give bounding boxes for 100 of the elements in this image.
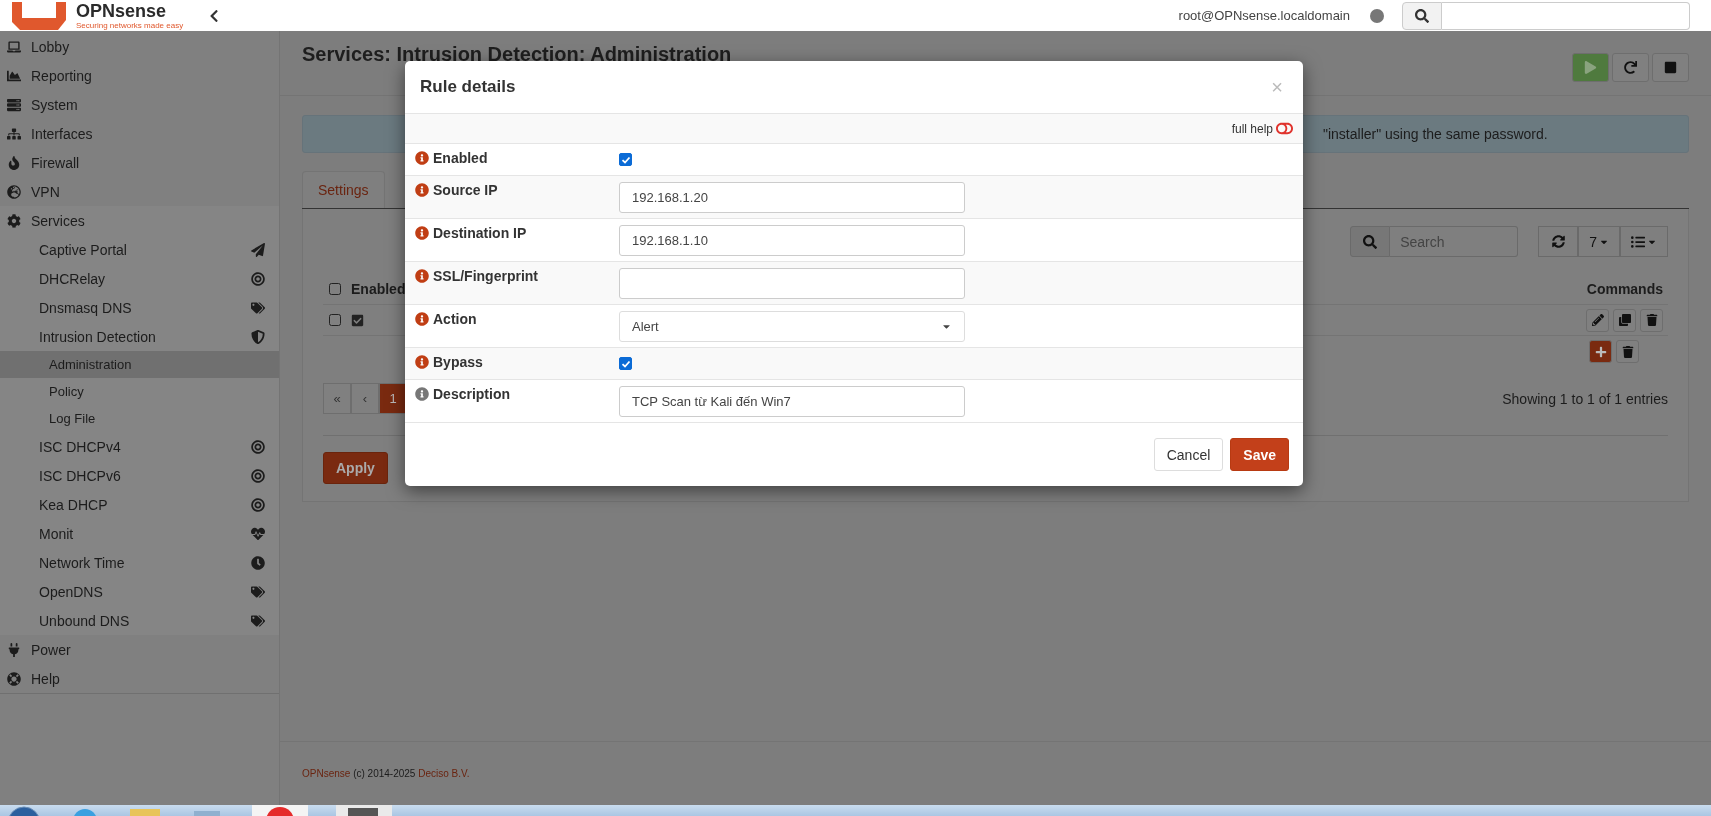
page-title: Services: Intrusion Detection: Administration (302, 43, 732, 65)
field-label-text: SSL/Fingerprint (433, 268, 538, 284)
tags-icon (251, 584, 265, 599)
pencil-icon (1591, 314, 1604, 326)
shield-icon (251, 329, 265, 344)
sidebar-subitem[interactable]: DHCRelay (0, 264, 279, 293)
chart-icon (7, 68, 21, 83)
page-button[interactable]: « (323, 383, 351, 414)
trash-icon (1621, 345, 1634, 358)
full-help-toggle[interactable] (1276, 120, 1293, 137)
server-icon (7, 97, 21, 112)
laptop-icon (7, 39, 21, 54)
target-icon (251, 468, 265, 483)
sidebar-subitem[interactable]: Captive Portal (0, 235, 279, 264)
restart-icon (1624, 61, 1637, 74)
gear-icon (7, 213, 21, 228)
footer-text: OPNsense (c) 2014-2025 Deciso B.V. (302, 768, 470, 779)
copy-button[interactable] (1613, 308, 1636, 332)
copy-icon (1618, 314, 1631, 326)
search-icon (1363, 234, 1378, 249)
apply-button[interactable]: Apply (323, 452, 388, 484)
delete-button[interactable] (1616, 340, 1639, 363)
start-icon[interactable] (6, 805, 42, 816)
page-button[interactable]: 1 (379, 383, 407, 414)
sidebar-item[interactable]: System (0, 90, 279, 119)
delete-button[interactable] (1640, 308, 1663, 332)
sidebar-subitem[interactable]: Dnsmasq DNS (0, 293, 279, 322)
sidebar-item[interactable]: VPN (0, 177, 279, 206)
add-button[interactable] (1589, 340, 1612, 363)
page-size-dropdown[interactable]: 7 (1578, 226, 1620, 257)
banner-text: "installer" using the same password. (1323, 126, 1548, 142)
sidebar-item[interactable]: Interfaces (0, 119, 279, 148)
company-link[interactable]: Deciso B.V. (418, 768, 470, 779)
sidebar-subitem[interactable]: ISC DHCPv4 (0, 432, 279, 461)
columns-dropdown[interactable] (1620, 226, 1668, 257)
input-field[interactable]: 192.168.1.10 (619, 225, 965, 256)
target-icon (251, 271, 265, 286)
lifebuoy-icon (7, 671, 21, 686)
field-label-text: Description (433, 386, 510, 402)
checkbox[interactable] (329, 314, 341, 326)
target-icon (251, 497, 265, 512)
sidebar-subitem[interactable]: Monit (0, 519, 279, 548)
checkbox[interactable] (619, 153, 632, 166)
sidebar-subitem[interactable]: ISC DHCPv6 (0, 461, 279, 490)
sidebar-subitem[interactable]: Policy (0, 378, 279, 405)
column-header: Commands (1586, 281, 1663, 297)
sidebar-item[interactable]: Power (0, 635, 279, 664)
refresh-button[interactable] (1538, 226, 1579, 257)
sidebar-subitem[interactable]: Administration (0, 351, 279, 378)
edit-button[interactable] (1586, 308, 1609, 332)
restart-button[interactable] (1612, 53, 1649, 82)
select-field[interactable]: Alert (619, 311, 965, 342)
sidebar-item[interactable]: Lobby (0, 32, 279, 61)
list-icon (1631, 234, 1645, 249)
status-dot-icon (1370, 8, 1384, 23)
sidebar-item[interactable]: Services (0, 206, 279, 235)
save-button[interactable]: Save (1230, 438, 1289, 471)
cancel-button[interactable]: Cancel (1153, 438, 1224, 471)
play-icon (1584, 61, 1597, 74)
input-field[interactable]: TCP Scan từ Kali đến Win7 (619, 386, 965, 417)
brand-name: OPNsense (76, 1, 168, 20)
app-icon[interactable] (252, 805, 308, 816)
field-label-text: Action (433, 311, 477, 327)
column-header: Enabled (351, 281, 406, 297)
sidebar-subitem[interactable]: Unbound DNS (0, 606, 279, 635)
stop-button[interactable] (1652, 53, 1689, 82)
user-name[interactable]: root@OPNsense.localdomain (1178, 8, 1350, 23)
full-help-label: full help (1231, 121, 1273, 136)
clock-icon (251, 555, 265, 570)
trash-icon (1645, 314, 1658, 326)
checkbox[interactable] (329, 283, 341, 295)
input-field[interactable]: 192.168.1.20 (619, 182, 965, 213)
field-label-text: Destination IP (433, 225, 527, 241)
page-button[interactable]: ‹ (351, 383, 379, 414)
entries-count: Showing 1 to 1 of 1 entries (1502, 390, 1668, 407)
target-icon (251, 439, 265, 454)
sidebar-subitem[interactable]: Intrusion Detection (0, 322, 279, 351)
plug-icon (7, 642, 21, 657)
input-field[interactable] (619, 268, 965, 299)
sidebar-subitem[interactable]: OpenDNS (0, 577, 279, 606)
tagline: Securing networks made easy (76, 21, 184, 30)
terminal-icon[interactable] (336, 805, 392, 816)
sidebar-item[interactable]: Firewall (0, 148, 279, 177)
sidebar-subitem[interactable]: Network Time (0, 548, 279, 577)
checkbox[interactable] (619, 357, 632, 370)
search-field[interactable]: Search (1390, 226, 1519, 257)
sidebar-item[interactable]: Reporting (0, 61, 279, 90)
sidebar-subitem[interactable]: Log File (0, 405, 279, 432)
brand-link[interactable]: OPNsense (302, 768, 351, 779)
dialog-title: Rule details (420, 77, 516, 97)
field-label-text: Bypass (433, 354, 483, 370)
stop-icon (1664, 61, 1677, 74)
tags-icon (251, 613, 265, 628)
sitemap-icon (7, 126, 21, 141)
flame-icon (7, 155, 21, 170)
paper-plane-icon (251, 242, 265, 257)
sidebar-subitem[interactable]: Kea DHCP (0, 490, 279, 519)
field-label-text: Source IP (433, 182, 498, 198)
tab[interactable]: Settings (302, 171, 385, 208)
sidebar-item[interactable]: Help (0, 664, 279, 693)
